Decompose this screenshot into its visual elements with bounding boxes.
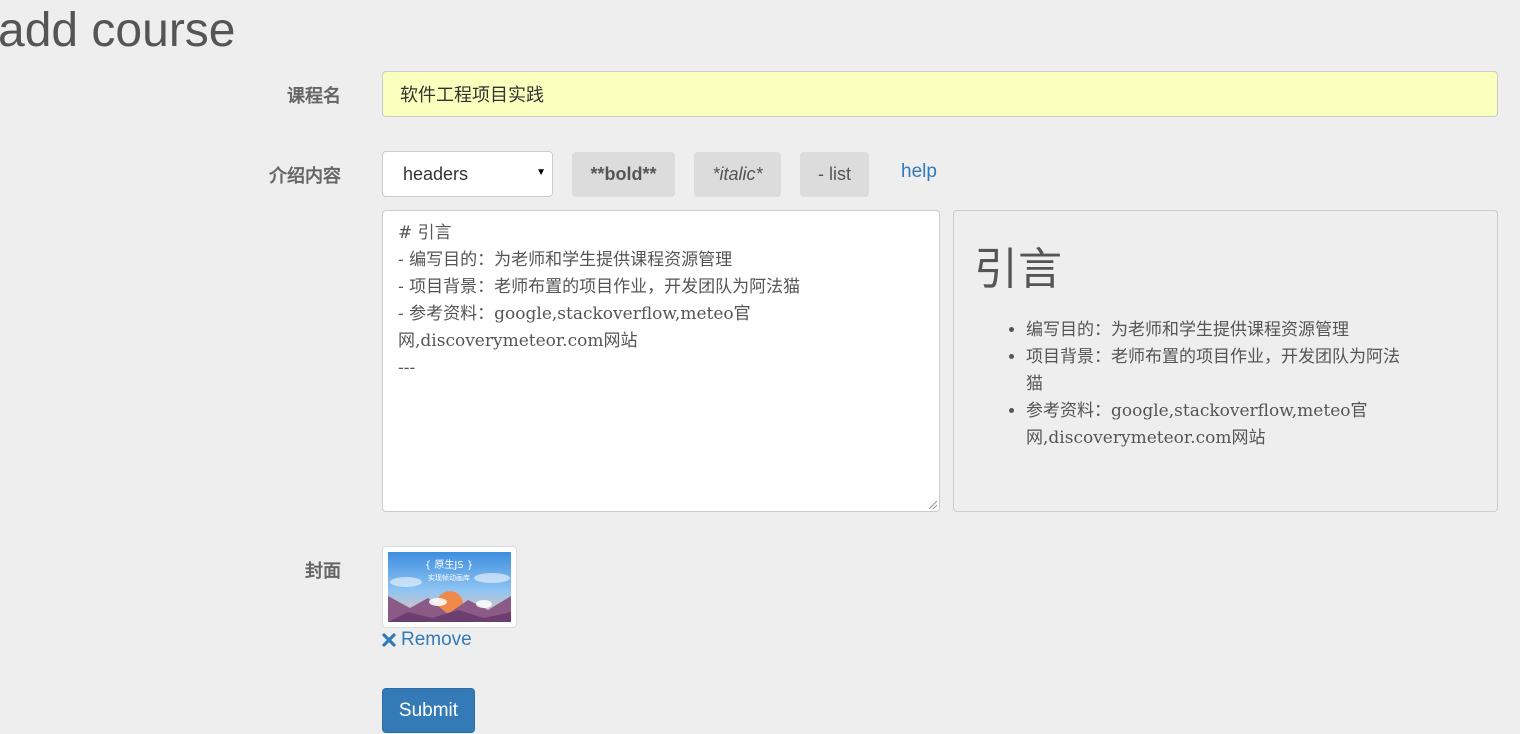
editor-line: - 参考资料：google,stackoverflow,meteo官 <box>398 304 751 324</box>
markdown-preview: 引言 编写目的：为老师和学生提供课程资源管理 项目背景：老师布置的项目作业，开发… <box>953 210 1498 512</box>
editor-line: # 引言 <box>398 223 452 243</box>
list-button[interactable]: - list <box>800 152 869 197</box>
preview-list-item: 项目背景：老师布置的项目作业，开发团队为阿法猫 <box>1026 344 1406 398</box>
editor-line: 网,discoverymeteor.com网站 <box>398 331 638 351</box>
cover-label: 封面 <box>305 561 341 582</box>
page-title: add course <box>0 4 236 57</box>
submit-button[interactable]: Submit <box>382 688 475 733</box>
preview-list-item: 编写目的：为老师和学生提供课程资源管理 <box>1026 317 1406 344</box>
markdown-editor[interactable]: # 引言 - 编写目的：为老师和学生提供课程资源管理 - 项目背景：老师布置的项… <box>382 210 940 512</box>
remove-label: Remove <box>401 629 472 650</box>
headers-select[interactable]: headers ▼ <box>382 151 553 197</box>
course-name-input[interactable] <box>382 71 1498 117</box>
italic-button[interactable]: *italic* <box>694 152 781 197</box>
cover-thumb-title: { 原生JS } <box>425 558 473 571</box>
remove-cover-link[interactable]: Remove <box>382 629 472 651</box>
cover-thumbnail: { 原生JS } 实现帧动画库 <box>382 546 517 628</box>
intro-label: 介绍内容 <box>269 166 341 187</box>
preview-heading: 引言 <box>974 244 1062 295</box>
headers-select-value: headers <box>403 163 469 184</box>
bold-button[interactable]: **bold** <box>572 152 675 197</box>
editor-line: - 编写目的：为老师和学生提供课程资源管理 <box>398 250 733 270</box>
editor-line: - 项目背景：老师布置的项目作业，开发团队为阿法猫 <box>398 277 801 297</box>
resize-handle-icon[interactable] <box>929 501 937 509</box>
cover-image: { 原生JS } 实现帧动画库 <box>388 552 511 622</box>
preview-list: 编写目的：为老师和学生提供课程资源管理 项目背景：老师布置的项目作业，开发团队为… <box>974 317 1406 452</box>
course-name-label: 课程名 <box>287 86 341 107</box>
close-icon <box>382 633 396 647</box>
help-link[interactable]: help <box>901 161 937 183</box>
caret-down-icon: ▼ <box>536 167 546 178</box>
editor-line: --- <box>398 358 416 378</box>
preview-list-item: 参考资料：google,stackoverflow,meteo官网,discov… <box>1026 398 1406 452</box>
cover-thumb-subtitle: 实现帧动画库 <box>428 573 470 582</box>
